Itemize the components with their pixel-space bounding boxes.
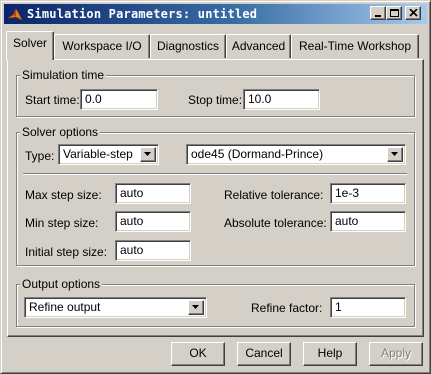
close-icon [409, 9, 418, 17]
cancel-button[interactable]: Cancel [237, 342, 291, 366]
tab-solver[interactable]: Solver [6, 31, 54, 60]
tab-workspace-io[interactable]: Workspace I/O [54, 34, 150, 58]
ok-button[interactable]: OK [171, 342, 225, 366]
tab-advanced[interactable]: Advanced [226, 34, 291, 58]
minimize-icon [375, 15, 381, 17]
minimize-button[interactable] [370, 6, 386, 20]
window-title: Simulation Parameters: untitled [27, 7, 258, 21]
apply-button[interactable]: Apply [369, 342, 423, 366]
maximize-icon [390, 9, 399, 17]
close-button[interactable] [405, 6, 421, 20]
help-button[interactable]: Help [303, 342, 357, 366]
tab-real-time-workshop[interactable]: Real-Time Workshop [291, 34, 419, 58]
tab-diagnostics[interactable]: Diagnostics [150, 34, 226, 58]
solver-panel [7, 59, 424, 337]
maximize-button[interactable] [386, 6, 402, 20]
title-bar[interactable]: Simulation Parameters: untitled [4, 4, 427, 24]
dialog-window: Simulation Parameters: untitled Solver W… [0, 0, 431, 374]
matlab-logo-icon [7, 8, 23, 21]
